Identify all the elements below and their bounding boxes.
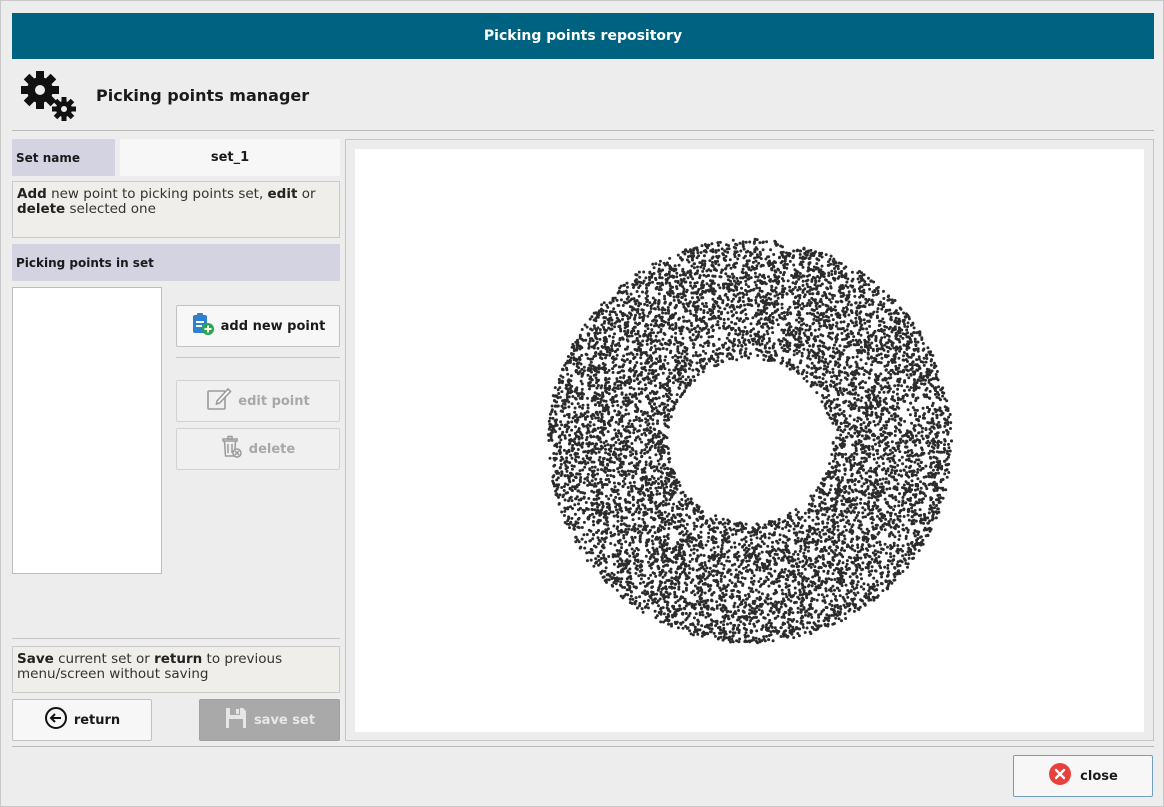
edit-icon — [206, 386, 232, 416]
save-info-save-word: Save — [17, 651, 54, 667]
save-info-save-text: current set or — [53, 651, 155, 667]
edit-point-label: edit point — [238, 393, 310, 409]
instr-edit-word: edit — [267, 186, 298, 202]
preview-frame — [345, 139, 1154, 741]
point-cloud-canvas[interactable] — [355, 149, 1144, 732]
page-title: Picking points manager — [96, 85, 310, 105]
add-point-button[interactable]: add new point — [176, 305, 340, 347]
close-button[interactable]: close — [1013, 755, 1153, 797]
instr-delete-word: delete — [17, 201, 66, 217]
edit-point-button[interactable]: edit point — [176, 380, 340, 422]
set-name-row: Set name set_1 — [12, 139, 340, 176]
left-panel: Set name set_1 Add new point to picking … — [12, 139, 340, 743]
gears-icon — [12, 61, 82, 129]
window-title: Picking points repository — [483, 28, 683, 44]
close-icon — [1048, 762, 1072, 790]
header-divider — [12, 130, 1154, 131]
delete-label: delete — [248, 441, 296, 457]
points-section-label: Picking points in set — [12, 244, 340, 281]
add-point-label: add new point — [220, 318, 326, 334]
app-window: Picking points repository Picking points… — [0, 0, 1164, 807]
save-set-label: save set — [253, 712, 316, 728]
points-list[interactable] — [12, 287, 162, 574]
window-titlebar: Picking points repository — [12, 13, 1154, 59]
footer-divider — [12, 746, 1154, 747]
save-info-return-word: return — [154, 651, 203, 667]
page-header: Picking points manager — [12, 61, 1154, 129]
instr-add-word: Add — [17, 186, 47, 202]
delete-button[interactable]: delete — [176, 428, 340, 470]
set-name-value: set_1 — [120, 139, 340, 176]
instr-delete-text: selected one — [65, 201, 156, 217]
instr-edit-text: or — [297, 186, 316, 202]
save-set-button[interactable]: save set — [199, 699, 340, 741]
back-arrow-icon — [44, 706, 68, 734]
point-cloud-dots — [546, 237, 953, 645]
close-label: close — [1080, 768, 1118, 784]
buttons-divider — [176, 357, 340, 358]
bottom-divider — [12, 638, 340, 639]
instr-add-text: new point to picking points set, — [46, 186, 268, 202]
set-name-label: Set name — [12, 139, 115, 176]
save-disk-icon — [224, 706, 248, 734]
save-info-box: Save current set or return to previous m… — [12, 646, 340, 693]
return-label: return — [73, 712, 121, 728]
add-point-icon — [191, 312, 215, 340]
return-button[interactable]: return — [12, 699, 152, 741]
trash-icon — [221, 435, 243, 463]
point-cloud-plot — [546, 237, 953, 645]
instructions-box: Add new point to picking points set, edi… — [12, 181, 340, 238]
